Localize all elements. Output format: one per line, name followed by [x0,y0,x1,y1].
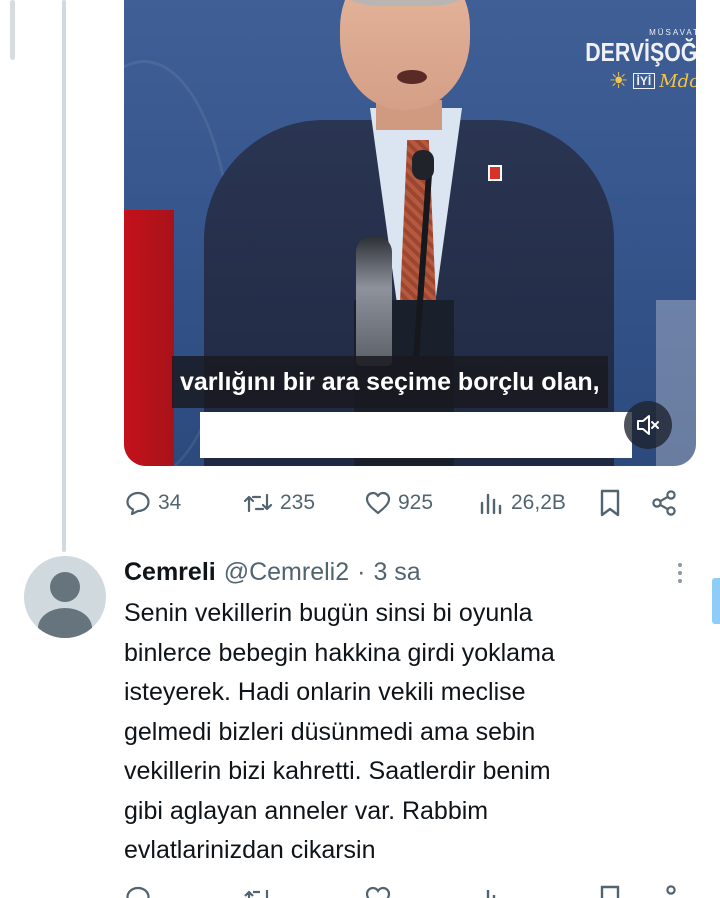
analytics-icon [480,493,502,515]
avatar-body [38,608,92,638]
more-dot [678,571,682,575]
avatar-head [50,572,80,602]
heart-icon [365,491,391,515]
signature: Mdo [659,70,696,92]
reply-text-line: vekillerin bizi kahretti. Saatlerdir ben… [124,757,551,785]
turkish-flag [124,210,174,466]
like-count: 925 [398,491,434,514]
post-action-bar: 34 235 925 26,2B [124,483,696,523]
microphone-head [412,150,434,180]
reply-text-line: gibi aglayan anneler var. Rabbim [124,796,489,825]
comment-icon[interactable] [124,884,152,898]
speaker-muted-icon [637,415,659,435]
scrollbar-thumb[interactable] [712,578,720,624]
share-button[interactable] [650,483,678,523]
subtitle-background [200,412,632,458]
more-dot [678,579,682,583]
user-handle[interactable]: @Cemreli2 [224,558,349,587]
bookmark-icon [600,489,620,517]
comment-icon [126,491,150,516]
scroll-indicator [10,0,15,60]
speaker-head [340,0,470,110]
video-player[interactable]: MÜSAVAT DERVİŞOĞLU ☀ İYİ Mdo varlığını b… [124,0,696,466]
logo-main-text: DERVİŞOĞLU [585,37,696,67]
display-name[interactable]: Cemreli [124,558,216,587]
reply-button[interactable]: 34 [124,483,181,523]
like-button[interactable]: 925 [364,483,433,523]
analytics-icon[interactable] [479,884,505,898]
heart-icon[interactable] [364,884,392,898]
reply-text-line: gelmedi bizleri düsünmedi ama sebin [124,717,536,746]
view-count: 26,2B [511,491,566,514]
repost-button[interactable]: 235 [242,483,315,523]
video-subtitle: varlığını bir ara seçime borçlu olan, [172,356,608,408]
repost-icon [243,493,273,513]
more-options-button[interactable] [668,558,692,588]
bookmark-icon[interactable] [598,884,622,898]
views-button[interactable]: 26,2B [479,483,566,523]
timestamp[interactable]: 3 sa [373,558,420,587]
logo-small-text: MÜSAVAT [649,28,696,37]
reply-text-line: Senin vekillerin bugün sinsi bi oyunla [124,599,533,627]
reply-text-line: binlerce bebegin hakkina girdi yoklama [124,638,555,667]
reply-count: 34 [158,491,182,514]
reply-text: Senin vekillerin bugün sinsi bi oyunla b… [124,594,684,871]
repost-icon[interactable] [242,884,274,898]
bookmark-button[interactable] [598,483,622,523]
share-icon [652,490,676,516]
reply-action-bar [124,884,696,898]
party-label: İYİ [632,73,656,89]
more-dot [678,563,682,567]
share-icon[interactable] [650,884,678,898]
repost-count: 235 [280,491,316,514]
sun-icon: ☀ [608,68,629,93]
reply-header: Cemreli @Cemreli2 · 3 sa [124,554,421,590]
lapel-pin [488,165,502,181]
channel-logo: MÜSAVAT DERVİŞOĞLU ☀ İYİ Mdo [560,28,696,92]
mute-button[interactable] [624,401,672,449]
speaker-mouth [397,70,427,84]
avatar[interactable] [24,556,106,638]
separator-dot: · [357,557,366,586]
thread-connector-line [62,0,66,552]
microphone [356,236,392,366]
reply-text-line: evlatlarinizdan cikarsin [124,836,376,864]
reply-text-line: isteyerek. Hadi onlarin vekili meclise [124,678,526,706]
